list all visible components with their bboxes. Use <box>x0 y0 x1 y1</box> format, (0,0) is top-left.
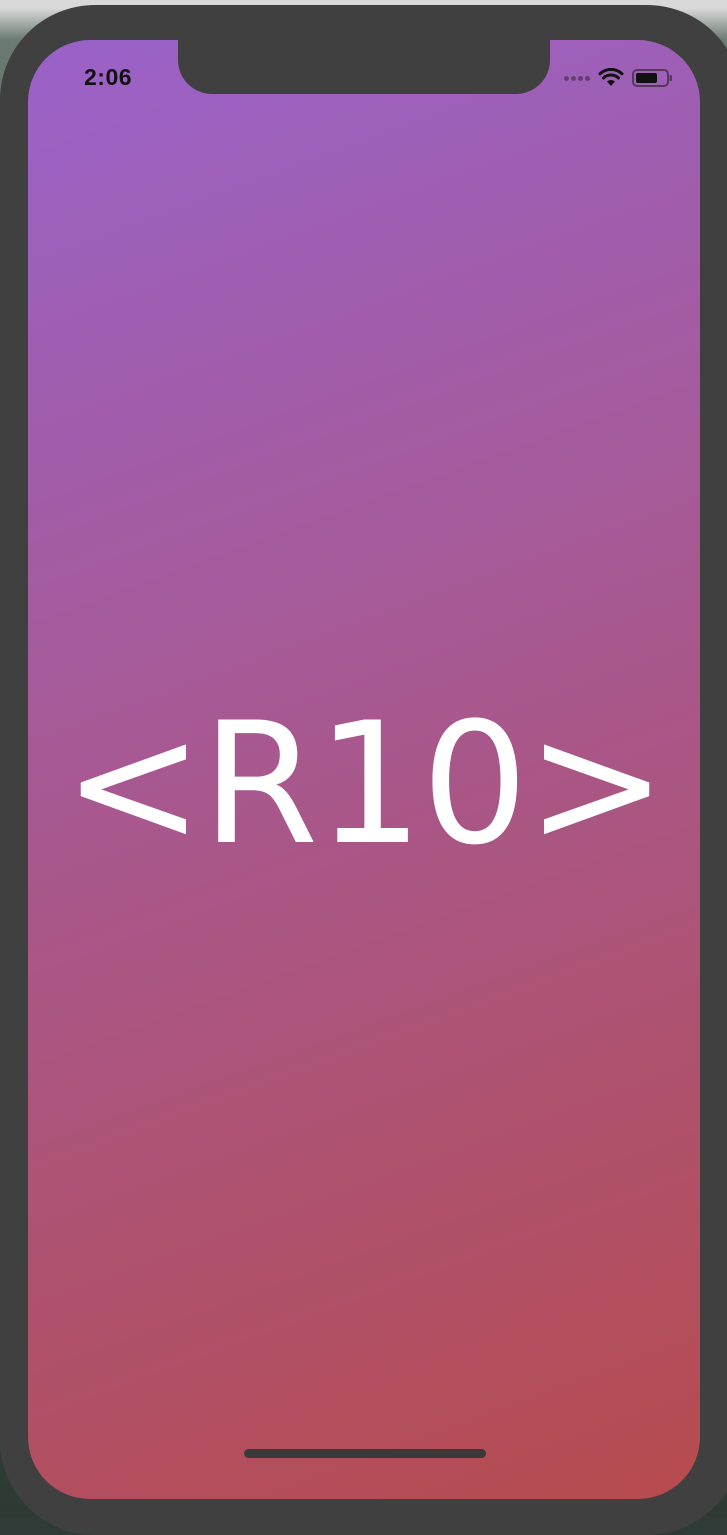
signal-dots-icon <box>564 75 590 81</box>
app-screen: 2:06 <R10> <box>28 40 700 1499</box>
battery-icon <box>632 68 674 88</box>
home-indicator[interactable] <box>244 1449 486 1458</box>
app-logo: <R10> <box>62 686 667 882</box>
phone-frame: 2:06 <R10> <box>0 5 727 1535</box>
device-notch <box>178 40 550 94</box>
wifi-icon <box>598 68 624 88</box>
status-time: 2:06 <box>84 64 133 90</box>
status-icons <box>564 68 674 88</box>
